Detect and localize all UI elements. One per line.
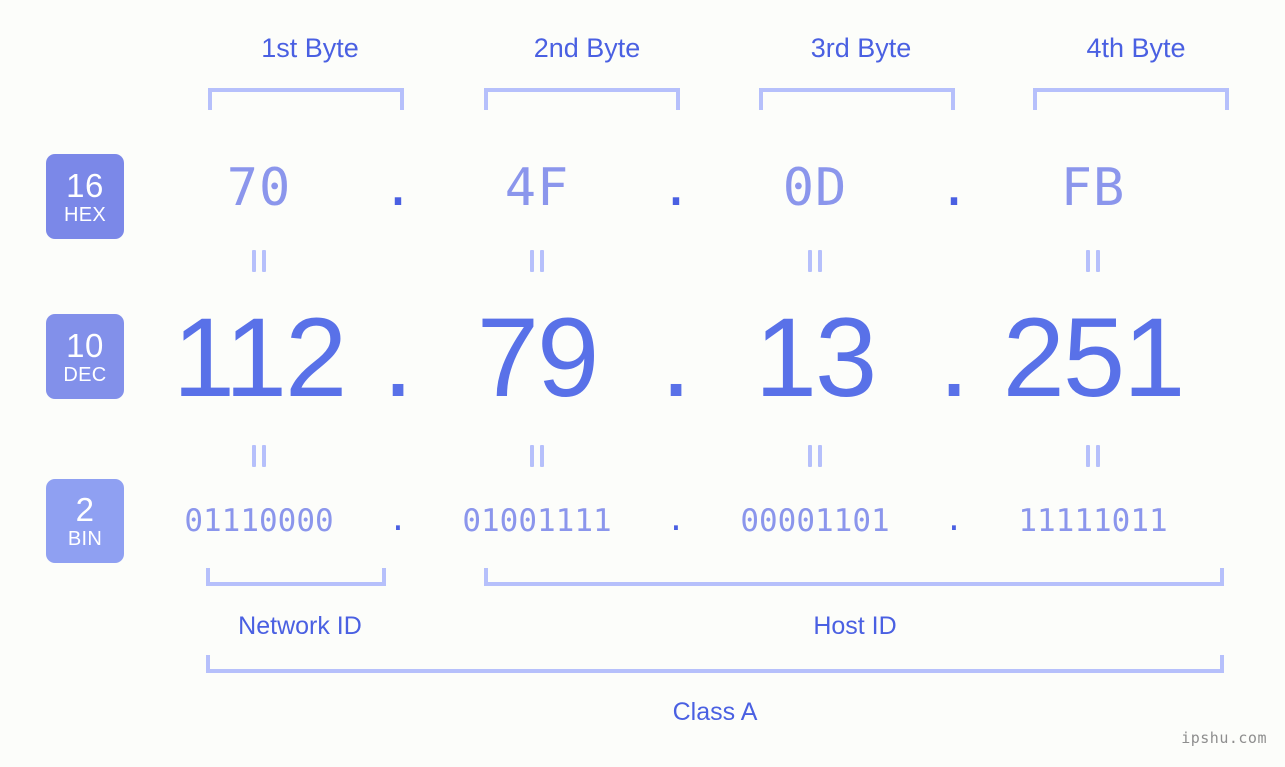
equals-row-dec-bin	[150, 444, 1260, 468]
ip-address-breakdown-diagram: 1st Byte 2nd Byte 3rd Byte 4th Byte 16 H…	[0, 0, 1285, 767]
byte-bracket-top-4	[1033, 88, 1229, 110]
equals-symbol-dec-bin-3	[706, 445, 924, 467]
bin-octet-4: 11111011	[1018, 503, 1168, 539]
hex-octet-2: 4F	[504, 158, 570, 218]
hex-octet-3: 0D	[782, 158, 848, 218]
byte-header-2: 2nd Byte	[533, 33, 641, 63]
equals-symbol-hex-dec-4	[984, 250, 1202, 272]
bin-octet-1: 01110000	[184, 503, 334, 539]
equals-symbol-hex-dec-3	[706, 250, 924, 272]
byte-header-3: 3rd Byte	[810, 33, 912, 63]
host-id-bracket	[484, 568, 1224, 586]
base-badge-dec: 10 DEC	[46, 314, 124, 399]
base-badge-bin: 2 BIN	[46, 479, 124, 563]
equals-symbol-dec-bin-4	[984, 445, 1202, 467]
base-badge-hex: 16 HEX	[46, 154, 124, 239]
base-badge-bin-number: 2	[75, 491, 95, 528]
base-badge-bin-system: BIN	[67, 528, 103, 550]
host-id-label: Host ID	[813, 612, 897, 640]
bin-separator-1: .	[388, 502, 408, 539]
dec-octet-2: 79	[476, 295, 600, 420]
byte-header-4: 4th Byte	[1086, 33, 1186, 63]
network-id-label: Network ID	[238, 612, 362, 640]
base-badge-dec-number: 10	[66, 326, 104, 364]
dec-octet-3: 13	[754, 295, 878, 420]
bin-octet-2: 01001111	[462, 503, 612, 539]
hex-octet-1: 70	[226, 158, 292, 218]
byte-bracket-top-1	[208, 88, 404, 110]
bin-octet-row: 01110000 . 01001111 . 00001101 . 1111101…	[150, 492, 1260, 550]
class-bracket	[206, 655, 1224, 673]
byte-header-1: 1st Byte	[261, 33, 359, 63]
bin-separator-2: .	[666, 502, 686, 539]
network-id-bracket	[206, 568, 386, 586]
byte-bracket-top-3	[759, 88, 955, 110]
hex-octet-row: 70 . 4F . 0D . FB	[150, 148, 1260, 228]
dec-octet-row: 112 . 79 . 13 . 251	[150, 290, 1260, 425]
equals-symbol-hex-dec-1	[150, 250, 368, 272]
base-badge-hex-system: HEX	[63, 203, 107, 226]
dec-octet-4: 251	[1002, 295, 1186, 420]
bin-octet-3: 00001101	[740, 503, 890, 539]
hex-separator-3: .	[938, 157, 970, 218]
hex-octet-4: FB	[1060, 158, 1126, 218]
watermark: ipshu.com	[1181, 729, 1267, 747]
hex-separator-2: .	[660, 157, 692, 218]
equals-symbol-dec-bin-2	[428, 445, 646, 467]
byte-bracket-top-2	[484, 88, 680, 110]
bin-separator-3: .	[944, 502, 964, 539]
dec-separator-3: .	[938, 294, 970, 420]
equals-symbol-dec-bin-1	[150, 445, 368, 467]
base-badge-dec-system: DEC	[63, 363, 107, 386]
hex-separator-1: .	[382, 157, 414, 218]
dec-separator-2: .	[660, 294, 692, 420]
dec-separator-1: .	[382, 294, 414, 420]
equals-symbol-hex-dec-2	[428, 250, 646, 272]
base-badge-hex-number: 16	[66, 166, 104, 204]
equals-row-hex-dec	[150, 249, 1260, 273]
dec-octet-1: 112	[172, 295, 348, 420]
class-label: Class A	[672, 698, 758, 726]
